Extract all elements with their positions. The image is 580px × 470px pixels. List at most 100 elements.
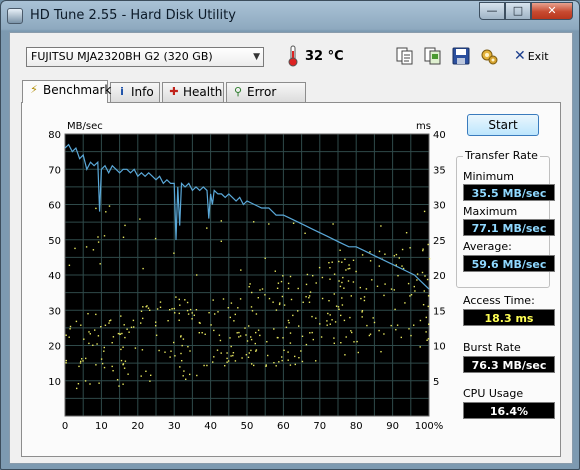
access-time-point xyxy=(227,360,230,362)
options-icon[interactable] xyxy=(479,46,499,66)
access-time-point xyxy=(206,227,208,229)
access-time-point xyxy=(89,383,91,385)
access-time-point xyxy=(343,287,345,289)
access-time-point xyxy=(315,282,317,284)
tab-health[interactable]: ✚ Health xyxy=(162,82,224,102)
access-time-point xyxy=(390,288,393,290)
access-time-point xyxy=(164,351,166,353)
access-time-point xyxy=(253,364,255,367)
tab-info[interactable]: i Info xyxy=(110,82,160,102)
access-time-point xyxy=(339,285,342,288)
drive-select[interactable]: FUJITSU MJA2320BH G2 (320 GB) ▼ xyxy=(26,47,264,67)
access-time-point xyxy=(329,323,331,325)
access-time-point xyxy=(351,331,353,334)
access-time-point xyxy=(214,313,216,315)
access-time-point xyxy=(369,251,371,253)
access-time-point xyxy=(232,352,235,354)
title-bar[interactable]: HD Tune 2.55 - Hard Disk Utility — □ ✕ xyxy=(1,1,579,31)
access-time-point xyxy=(338,260,340,263)
access-time-point xyxy=(289,342,292,344)
access-time-point xyxy=(315,317,317,319)
benchmark-chart: 10 20 30 40 50 60 70 80 5 10 15 20 25 30 35 40 0 10 20 30 40… xyxy=(48,121,445,432)
access-time-point xyxy=(341,304,344,306)
access-time-point xyxy=(251,291,253,294)
access-time-point xyxy=(416,273,419,275)
access-time-point xyxy=(238,336,240,338)
access-time-point xyxy=(425,316,427,319)
burst-rate-label: Burst Rate xyxy=(463,341,521,354)
access-time-point xyxy=(345,269,347,271)
access-time-point xyxy=(395,329,397,331)
access-time-point xyxy=(308,297,310,299)
access-time-point xyxy=(287,287,290,290)
access-time-point xyxy=(267,354,269,357)
access-time-point xyxy=(159,301,162,303)
tab-error-scan[interactable]: ⚲ Error Scan xyxy=(226,82,306,117)
access-time-point xyxy=(383,333,385,335)
minimum-value: 35.5 MB/sec xyxy=(463,184,555,201)
access-time-point xyxy=(84,380,87,382)
maximize-button[interactable]: □ xyxy=(505,2,531,20)
access-time-point xyxy=(167,320,169,322)
access-time-point xyxy=(222,298,225,300)
access-time-point xyxy=(77,383,80,385)
access-time-point xyxy=(189,373,191,376)
access-time-point xyxy=(229,337,231,339)
access-time-point xyxy=(218,334,221,336)
copy-screen-icon[interactable] xyxy=(423,46,443,66)
access-time-point xyxy=(182,338,185,340)
access-time-point xyxy=(275,365,277,367)
average-label: Average: xyxy=(463,240,512,253)
access-time-point xyxy=(259,289,261,291)
access-time-point xyxy=(288,322,290,324)
access-time-point xyxy=(426,339,428,341)
access-time-point xyxy=(123,324,125,326)
access-time-point xyxy=(280,280,283,283)
access-time-point xyxy=(283,304,286,306)
access-time-point xyxy=(309,291,312,293)
access-time-point xyxy=(120,348,122,351)
access-time-point xyxy=(81,358,83,360)
access-time-point xyxy=(319,323,321,325)
exit-icon: ✕ xyxy=(514,48,526,64)
access-time-point xyxy=(395,253,398,256)
access-time-point xyxy=(92,249,95,251)
access-time-point xyxy=(88,331,90,333)
access-time-point xyxy=(122,383,124,385)
close-button[interactable]: ✕ xyxy=(531,2,573,20)
access-time-point xyxy=(119,333,121,335)
access-time-point xyxy=(189,308,192,311)
access-time-point xyxy=(198,332,200,334)
access-time-point xyxy=(283,349,285,351)
access-time-point xyxy=(321,276,324,279)
access-time-point xyxy=(155,334,158,336)
cpu-usage-label: CPU Usage xyxy=(463,387,524,400)
access-time-point xyxy=(65,334,67,336)
save-icon[interactable] xyxy=(451,46,471,66)
copy-text-icon[interactable] xyxy=(395,46,415,66)
access-time-point xyxy=(229,316,231,319)
minimize-button[interactable]: — xyxy=(479,2,505,20)
access-time-point xyxy=(424,275,426,277)
access-time-point xyxy=(226,352,228,354)
x-tick-label: 0 xyxy=(62,421,68,432)
access-time-point xyxy=(345,336,347,338)
access-time-point xyxy=(404,302,406,304)
access-time-point xyxy=(150,374,152,376)
access-time-point xyxy=(97,241,100,243)
start-button[interactable]: Start xyxy=(467,114,539,136)
access-time-point xyxy=(127,373,129,375)
access-time-point xyxy=(248,325,250,327)
access-time-point xyxy=(100,358,103,360)
access-time-point xyxy=(132,319,135,322)
access-time-point xyxy=(272,301,274,303)
access-time-point xyxy=(69,328,71,330)
access-time-point xyxy=(178,312,180,315)
access-time-point xyxy=(249,283,251,285)
exit-button[interactable]: ✕ Exit xyxy=(514,46,549,66)
access-time-point xyxy=(133,326,135,328)
access-time-point xyxy=(368,334,371,337)
access-time-point xyxy=(142,306,144,308)
tab-label: Health xyxy=(183,85,223,99)
tab-benchmark[interactable]: ⚡ Benchmark xyxy=(22,80,111,103)
